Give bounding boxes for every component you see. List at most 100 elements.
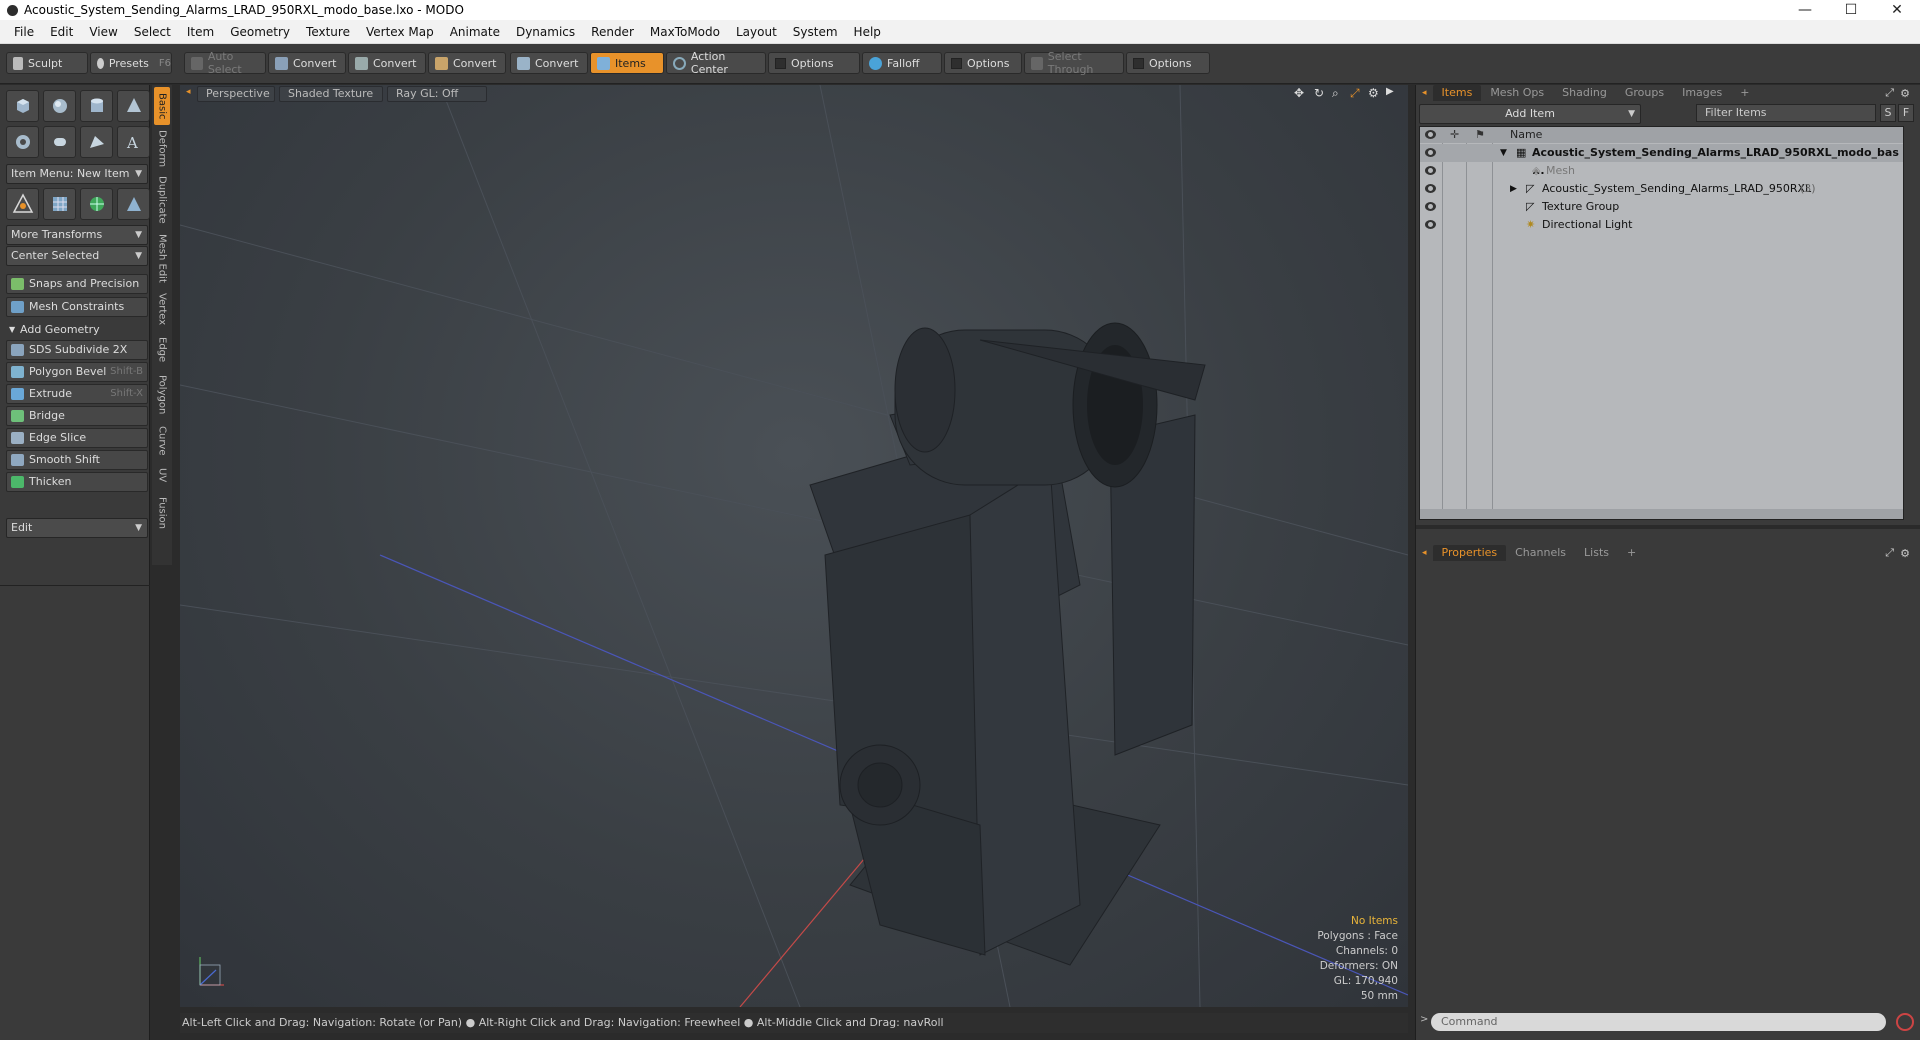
vtab-mesh-edit[interactable]: Mesh Edit	[154, 231, 170, 285]
command-input[interactable]: Command	[1431, 1013, 1886, 1031]
close-button[interactable]: ✕	[1874, 0, 1920, 20]
items-mode-button[interactable]: Items	[590, 52, 664, 74]
mesh-button[interactable]	[117, 188, 150, 220]
maximize-button[interactable]: ☐	[1828, 0, 1874, 20]
smooth-shift-button[interactable]: Smooth Shift	[6, 450, 148, 470]
cube-primitive-button[interactable]	[6, 90, 39, 122]
filter-f-button[interactable]: F	[1898, 104, 1914, 122]
polygon-bevel-button[interactable]: Polygon Bevel Shift-B	[6, 362, 148, 382]
extrude-button[interactable]: Extrude Shift-X	[6, 384, 148, 404]
add-tab-button[interactable]: +	[1618, 545, 1645, 561]
minimize-button[interactable]: —	[1782, 0, 1828, 20]
convert-polygons-button[interactable]: Convert	[428, 52, 506, 74]
convert-items-button[interactable]: Convert	[510, 52, 588, 74]
add-geometry-section[interactable]: ▼ Add Geometry	[6, 321, 148, 339]
menu-render[interactable]: Render	[583, 20, 642, 44]
tree-row-scene[interactable]: ▼ ▦ Acoustic_System_Sending_Alarms_LRAD_…	[1420, 144, 1903, 177]
menu-geometry[interactable]: Geometry	[222, 20, 298, 44]
tree-row-texture-group[interactable]: ◸ Texture Group	[1420, 198, 1903, 216]
eye-icon[interactable]	[1425, 166, 1436, 175]
eye-icon[interactable]	[1425, 148, 1436, 157]
menu-dynamics[interactable]: Dynamics	[508, 20, 583, 44]
options-button-3[interactable]: Options	[1126, 52, 1210, 74]
vtab-basic[interactable]: Basic	[154, 87, 170, 125]
shading-dropdown[interactable]: Shaded Texture	[279, 86, 383, 102]
snaps-precision-button[interactable]: Snaps and Precision	[6, 274, 148, 294]
filter-items-input[interactable]: Filter Items	[1696, 104, 1876, 122]
pen-tool-button[interactable]	[80, 126, 113, 158]
rotate-icon[interactable]: ↻	[1314, 86, 1324, 100]
gear-icon[interactable]: ⚙	[1368, 86, 1379, 100]
menu-layout[interactable]: Layout	[728, 20, 785, 44]
text-tool-button[interactable]: A	[117, 126, 150, 158]
viewport-menu-icon[interactable]: ◂	[186, 87, 191, 97]
record-icon[interactable]	[1896, 1013, 1914, 1031]
torus-primitive-button[interactable]	[6, 126, 39, 158]
menu-edit[interactable]: Edit	[42, 20, 81, 44]
action-center-button[interactable]: Action Center	[666, 50, 766, 76]
add-tab-button[interactable]: +	[1731, 85, 1758, 101]
panel-menu-icon[interactable]: ◂	[1416, 548, 1433, 558]
tree-scrollbar[interactable]	[1420, 509, 1903, 519]
menu-texture[interactable]: Texture	[298, 20, 358, 44]
convert-vertices-button[interactable]: Convert	[268, 52, 346, 74]
eye-icon[interactable]	[1425, 202, 1436, 211]
menu-help[interactable]: Help	[846, 20, 889, 44]
vtab-deform[interactable]: Deform	[154, 129, 170, 169]
sds-subdivide-button[interactable]: SDS Subdivide 2X	[6, 340, 148, 360]
panel-gear-icon[interactable]: ⚙	[1900, 87, 1910, 100]
mesh-constraints-button[interactable]: Mesh Constraints	[6, 297, 148, 317]
3d-viewport[interactable]: ◂ Perspective Shaded Texture Ray GL: Off…	[180, 85, 1408, 1007]
auto-select-button[interactable]: Auto Select	[184, 50, 266, 76]
thicken-button[interactable]: Thicken	[6, 472, 148, 492]
menu-item[interactable]: Item	[179, 20, 222, 44]
options-button-1[interactable]: Options	[768, 52, 860, 74]
tab-items[interactable]: Items	[1432, 85, 1482, 101]
grid-button[interactable]	[43, 188, 76, 220]
vtab-vertex[interactable]: Vertex	[154, 289, 170, 329]
tab-mesh-ops[interactable]: Mesh Ops	[1481, 85, 1553, 101]
menu-view[interactable]: View	[81, 20, 125, 44]
tree-row-light[interactable]: ✷ Directional Light	[1420, 216, 1903, 234]
edit-dropdown[interactable]: Edit ▼	[6, 518, 148, 538]
sphere-primitive-button[interactable]	[43, 90, 76, 122]
maximize-panel-icon[interactable]: ⤢	[1885, 546, 1894, 560]
globe-button[interactable]	[80, 188, 113, 220]
filter-s-button[interactable]: S	[1880, 104, 1896, 122]
expand-arrow-icon[interactable]: ▶	[1510, 180, 1517, 198]
panel-splitter[interactable]	[1416, 525, 1920, 529]
vtab-duplicate[interactable]: Duplicate	[154, 173, 170, 227]
cylinder-primitive-button[interactable]	[80, 90, 113, 122]
raygl-toggle[interactable]: Ray GL: Off	[387, 86, 487, 102]
center-selected-dropdown[interactable]: Center Selected ▼	[6, 246, 148, 266]
eye-icon[interactable]	[1425, 184, 1436, 193]
expand-arrow-icon[interactable]: ▼	[1500, 144, 1507, 162]
capsule-primitive-button[interactable]	[43, 126, 76, 158]
vtab-edge[interactable]: Edge	[154, 333, 170, 367]
pan-icon[interactable]: ✥	[1294, 86, 1304, 100]
vtab-curve[interactable]: Curve	[154, 423, 170, 459]
tab-shading[interactable]: Shading	[1553, 85, 1616, 101]
menu-select[interactable]: Select	[126, 20, 179, 44]
vtab-polygon[interactable]: Polygon	[154, 371, 170, 419]
vtab-fusion[interactable]: Fusion	[154, 493, 170, 533]
falloff-button[interactable]: Falloff	[862, 52, 942, 74]
more-transforms-dropdown[interactable]: More Transforms ▼	[6, 225, 148, 245]
panel-menu-icon[interactable]: ◂	[1416, 88, 1433, 98]
cone-primitive-button[interactable]	[117, 90, 150, 122]
bridge-button[interactable]: Bridge	[6, 406, 148, 426]
item-menu-dropdown[interactable]: Item Menu: New Item ▼	[6, 164, 148, 184]
menu-maxtomodo[interactable]: MaxToModo	[642, 20, 728, 44]
menu-animate[interactable]: Animate	[442, 20, 508, 44]
maximize-panel-icon[interactable]: ⤢	[1885, 86, 1894, 100]
zoom-icon[interactable]: ⌕	[1332, 86, 1339, 101]
eye-icon[interactable]	[1425, 220, 1436, 229]
presets-button[interactable]: Presets F6	[90, 52, 172, 74]
tab-lists[interactable]: Lists	[1575, 545, 1618, 561]
expand-arrow-icon[interactable]: ▶	[1386, 86, 1394, 97]
add-item-dropdown[interactable]: Add Item ▼	[1419, 104, 1641, 124]
tab-groups[interactable]: Groups	[1616, 85, 1673, 101]
menu-system[interactable]: System	[785, 20, 846, 44]
sculpt-button[interactable]: Sculpt	[6, 52, 88, 74]
move-transform-button[interactable]	[6, 188, 39, 220]
